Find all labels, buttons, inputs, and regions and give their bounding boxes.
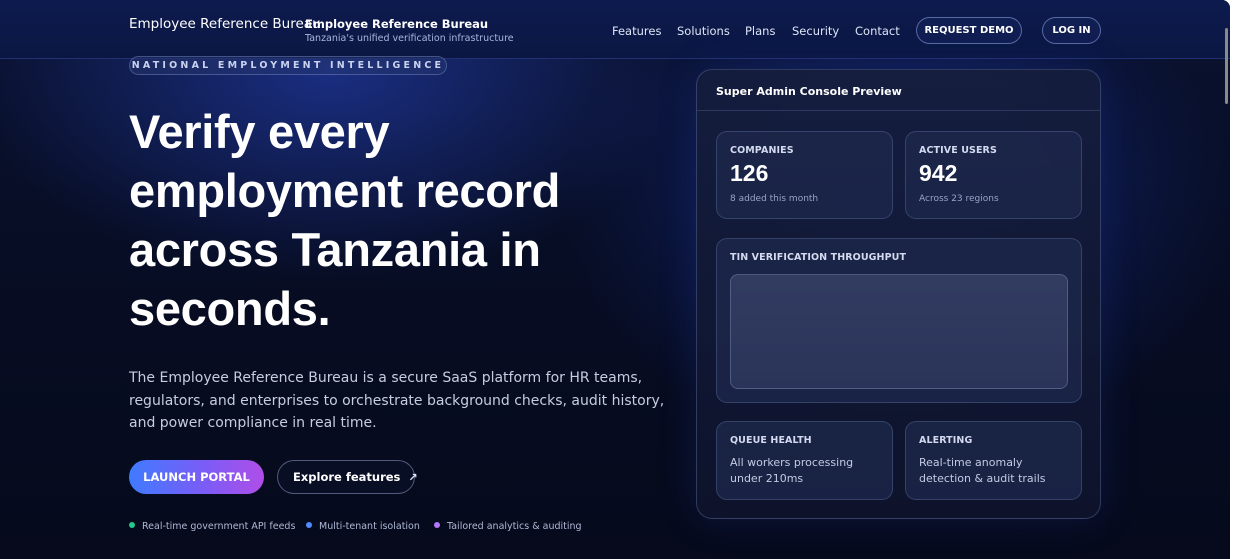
feature-item-multi-tenant: Multi-tenant isolation	[306, 521, 420, 532]
nav-link-features[interactable]: Features	[612, 24, 661, 38]
console-title: Super Admin Console Preview	[716, 85, 902, 98]
throughput-card: TIN VERIFICATION THROUGHPUT	[716, 238, 1082, 403]
nav-link-plans[interactable]: Plans	[745, 24, 775, 38]
arrow-up-right-icon: ↗	[408, 471, 418, 484]
brand-logo-text[interactable]: Employee Reference Bureau	[129, 16, 321, 32]
companies-label: COMPANIES	[730, 145, 794, 156]
companies-sub: 8 added this month	[730, 194, 819, 204]
request-demo-button[interactable]: REQUEST DEMO	[916, 17, 1022, 44]
hero-description: The Employee Reference Bureau is a secur…	[129, 370, 665, 431]
headline-line-1: Verify every	[129, 105, 390, 158]
nav-link-security[interactable]: Security	[792, 24, 839, 38]
explore-features-button[interactable]: Explore features ↗	[277, 460, 418, 494]
feature-label: Tailored analytics & auditing	[447, 521, 582, 532]
feature-item-analytics: Tailored analytics & auditing	[434, 521, 582, 532]
alerting-card: ALERTING Real-time anomaly detection & a…	[905, 421, 1082, 500]
companies-card: COMPANIES 126 8 added this month	[716, 131, 893, 219]
queue-health-label: QUEUE HEALTH	[730, 435, 812, 446]
active-users-value: 942	[919, 160, 958, 186]
blue-dot-icon	[306, 522, 312, 528]
nav-link-solutions[interactable]: Solutions	[677, 24, 730, 38]
feature-item-api-feeds: Real-time government API feeds	[129, 521, 295, 532]
companies-value: 126	[730, 160, 769, 186]
launch-portal-button[interactable]: LAUNCH PORTAL	[129, 460, 264, 494]
hero-eyebrow-badge: NATIONAL EMPLOYMENT INTELLIGENCE	[129, 56, 447, 75]
active-users-sub: Across 23 regions	[919, 194, 999, 204]
admin-console-preview: Super Admin Console Preview COMPANIES 12…	[696, 69, 1101, 519]
site-header: Employee Reference Bureau Employee Refer…	[0, 0, 1230, 59]
brand-tagline: Tanzania's unified verification infrastr…	[305, 33, 514, 44]
throughput-chart-placeholder	[730, 274, 1068, 389]
queue-health-text: All workers processing under 210ms	[730, 456, 854, 485]
login-button[interactable]: LOG IN	[1042, 17, 1101, 44]
explore-features-label: Explore features	[293, 470, 401, 484]
green-dot-icon	[129, 522, 135, 528]
active-users-card: ACTIVE USERS 942 Across 23 regions	[905, 131, 1082, 219]
alerting-label: ALERTING	[919, 435, 973, 446]
feature-label: Real-time government API feeds	[142, 521, 296, 532]
feature-label: Multi-tenant isolation	[319, 521, 420, 532]
console-header: Super Admin Console Preview	[697, 70, 1100, 111]
headline-line-3: across Tanzania in	[129, 223, 541, 276]
nav-link-contact[interactable]: Contact	[855, 24, 900, 38]
hero-headline: Verify every employment record across Ta…	[129, 102, 649, 338]
page-viewport: Employee Reference Bureau Employee Refer…	[0, 0, 1230, 559]
queue-health-card: QUEUE HEALTH All workers processing unde…	[716, 421, 893, 500]
alerting-text: Real-time anomaly detection & audit trai…	[919, 456, 1046, 485]
throughput-label: TIN VERIFICATION THROUGHPUT	[730, 252, 907, 263]
brand-title: Employee Reference Bureau	[305, 17, 489, 31]
brand-block: Employee Reference Bureau Tanzania's uni…	[305, 17, 514, 44]
purple-dot-icon	[434, 522, 440, 528]
active-users-label: ACTIVE USERS	[919, 145, 997, 156]
page-scrollbar-thumb[interactable]	[1225, 28, 1228, 104]
headline-line-4: seconds.	[129, 282, 331, 335]
headline-line-2: employment record	[129, 164, 561, 217]
